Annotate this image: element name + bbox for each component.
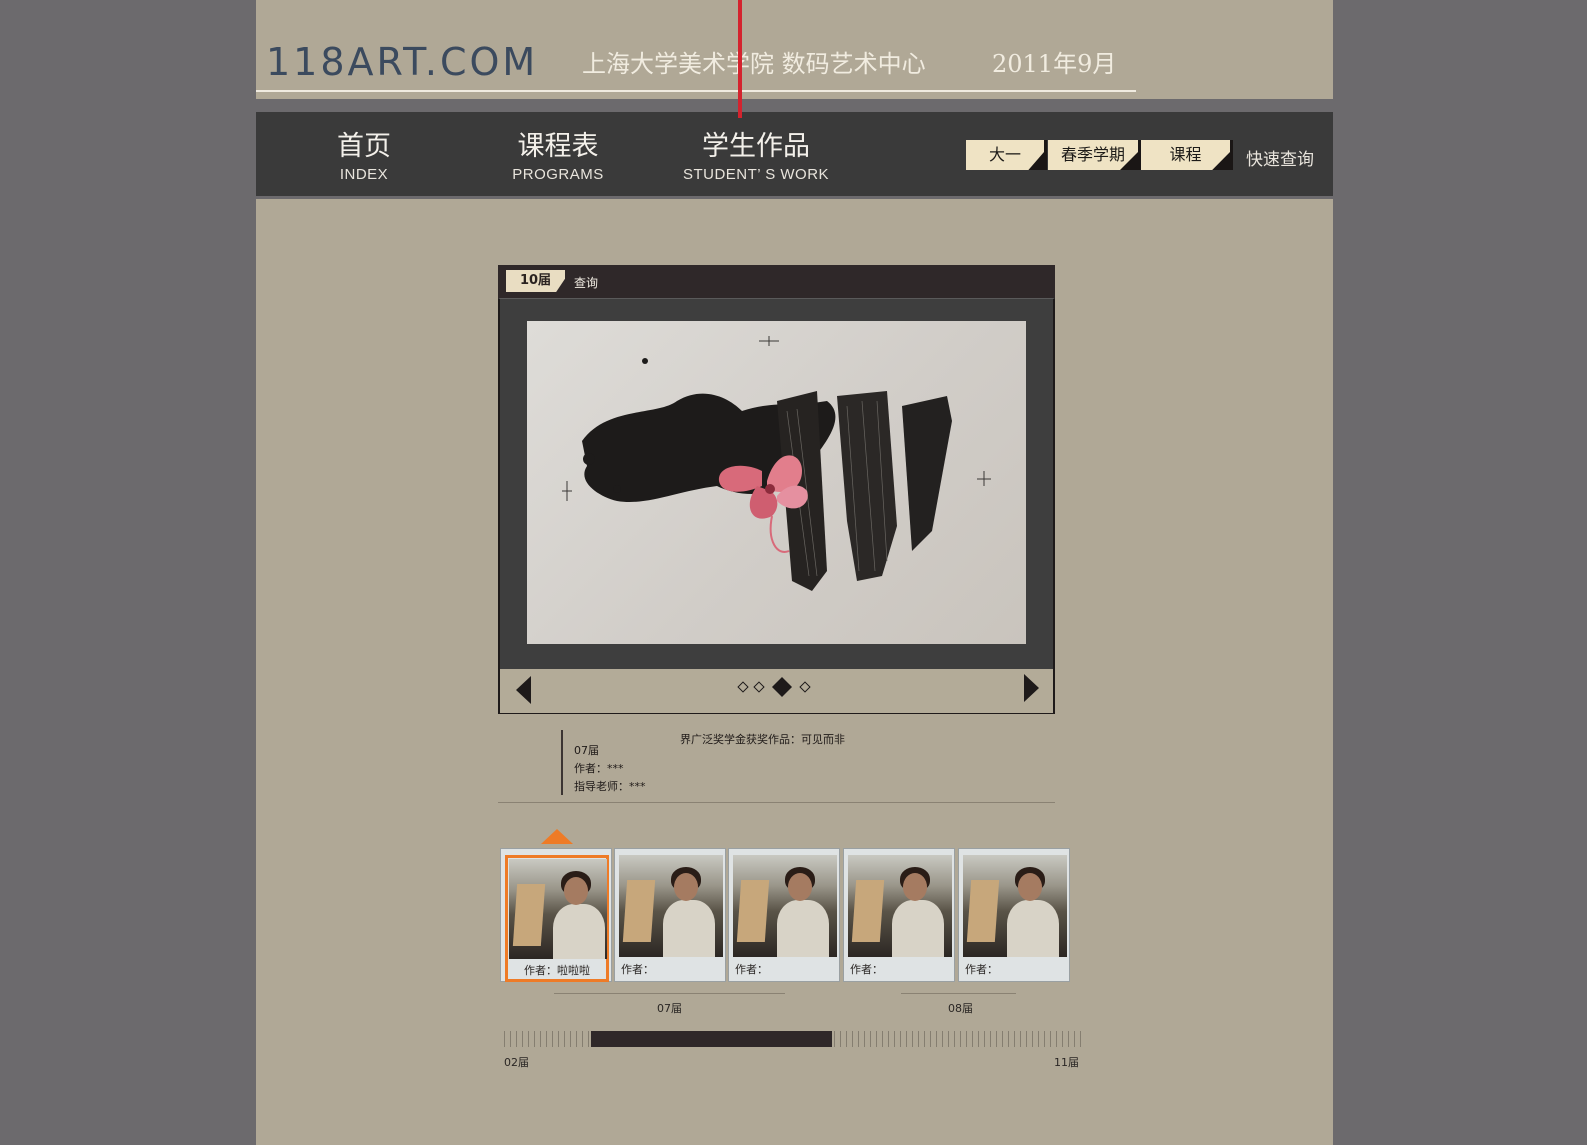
nav-students-work[interactable]: 学生作品 STUDENT’ S WORK <box>676 130 836 183</box>
slide-dots <box>737 677 811 697</box>
thumb-item[interactable]: 作者： <box>843 848 955 982</box>
next-arrow-icon[interactable] <box>1024 674 1039 702</box>
slide-dot[interactable] <box>753 681 765 693</box>
nav-students-work-en: STUDENT’ S WORK <box>682 166 830 183</box>
group-label-08: 08届 <box>948 1002 973 1015</box>
nav-index-en: INDEX <box>339 166 389 183</box>
filter-term[interactable]: 春季学期 <box>1048 140 1138 170</box>
slide-dot[interactable] <box>737 681 749 693</box>
slide-dot[interactable] <box>799 681 811 693</box>
viewer-toolbar: 10届 查询 <box>498 265 1055 298</box>
slide-dot-active[interactable] <box>772 677 792 697</box>
selected-thumb-indicator <box>541 829 573 844</box>
artwork-author: 作者：*** <box>574 762 624 775</box>
thumb-photo <box>509 859 607 959</box>
red-marker <box>738 0 742 118</box>
group-line-07 <box>554 993 785 994</box>
thumb-item[interactable]: 作者： <box>728 848 840 982</box>
nav-index-cn: 首页 <box>337 131 391 162</box>
quick-search-link[interactable]: 快速查询 <box>1246 145 1314 170</box>
artwork-title: 界广泛奖学金获奖作品：可见而非 <box>680 733 845 746</box>
prev-arrow-icon[interactable] <box>516 676 531 704</box>
group-line-08 <box>901 993 1016 994</box>
artwork-session: 07届 <box>574 744 599 757</box>
nav-programs-cn: 课程表 <box>517 131 599 162</box>
thumb-photo <box>733 855 837 957</box>
timeline-slider-handle[interactable] <box>591 1031 832 1047</box>
slide-controls <box>500 669 1053 713</box>
header-date: 2011年9月 <box>992 50 1117 78</box>
header-gap <box>256 99 1333 112</box>
nav-programs[interactable]: 课程表 PROGRAMS <box>508 130 608 183</box>
group-label-07: 07届 <box>657 1002 682 1015</box>
main-nav: 首页 INDEX 课程表 PROGRAMS 学生作品 STUDENT’ S WO… <box>256 112 1333 199</box>
thumb-photo <box>963 855 1067 957</box>
header-divider <box>256 90 1136 92</box>
thumb-caption: 作者： <box>735 963 768 976</box>
thumb-item[interactable]: 作者： <box>958 848 1070 982</box>
artwork-illustration <box>562 336 991 591</box>
thumb-item[interactable]: 作者： <box>614 848 726 982</box>
artwork-viewer: 10届 查询 <box>498 265 1055 714</box>
session-tag[interactable]: 10届 <box>506 270 565 292</box>
thumb-photo <box>619 855 723 957</box>
artwork-image[interactable] <box>527 321 1026 644</box>
nav-programs-en: PROGRAMS <box>512 166 604 183</box>
thumb-caption: 作者： <box>965 963 998 976</box>
viewer-stage <box>498 298 1055 714</box>
page: 118ART.COM 上海大学美术学院 数码艺术中心 2011年9月 首页 IN… <box>256 0 1333 1145</box>
query-link[interactable]: 查询 <box>574 274 598 291</box>
nav-students-work-cn: 学生作品 <box>702 131 810 162</box>
timeline-end-label: 11届 <box>1054 1056 1079 1069</box>
site-logo[interactable]: 118ART.COM <box>266 40 538 84</box>
thumb-photo <box>848 855 952 957</box>
thumb-caption: 作者： <box>850 963 883 976</box>
info-divider <box>498 802 1055 803</box>
thumb-item-active[interactable]: 作者：啦啦啦 <box>505 855 609 982</box>
timeline-start-label: 02届 <box>504 1056 529 1069</box>
nav-index[interactable]: 首页 INDEX <box>324 130 404 183</box>
thumb-caption: 作者： <box>621 963 654 976</box>
thumb-caption: 作者：啦啦啦 <box>524 964 590 977</box>
org-name: 上海大学美术学院 数码艺术中心 <box>582 50 926 78</box>
info-bar <box>561 730 563 795</box>
artwork-advisor: 指导老师：*** <box>574 780 646 793</box>
